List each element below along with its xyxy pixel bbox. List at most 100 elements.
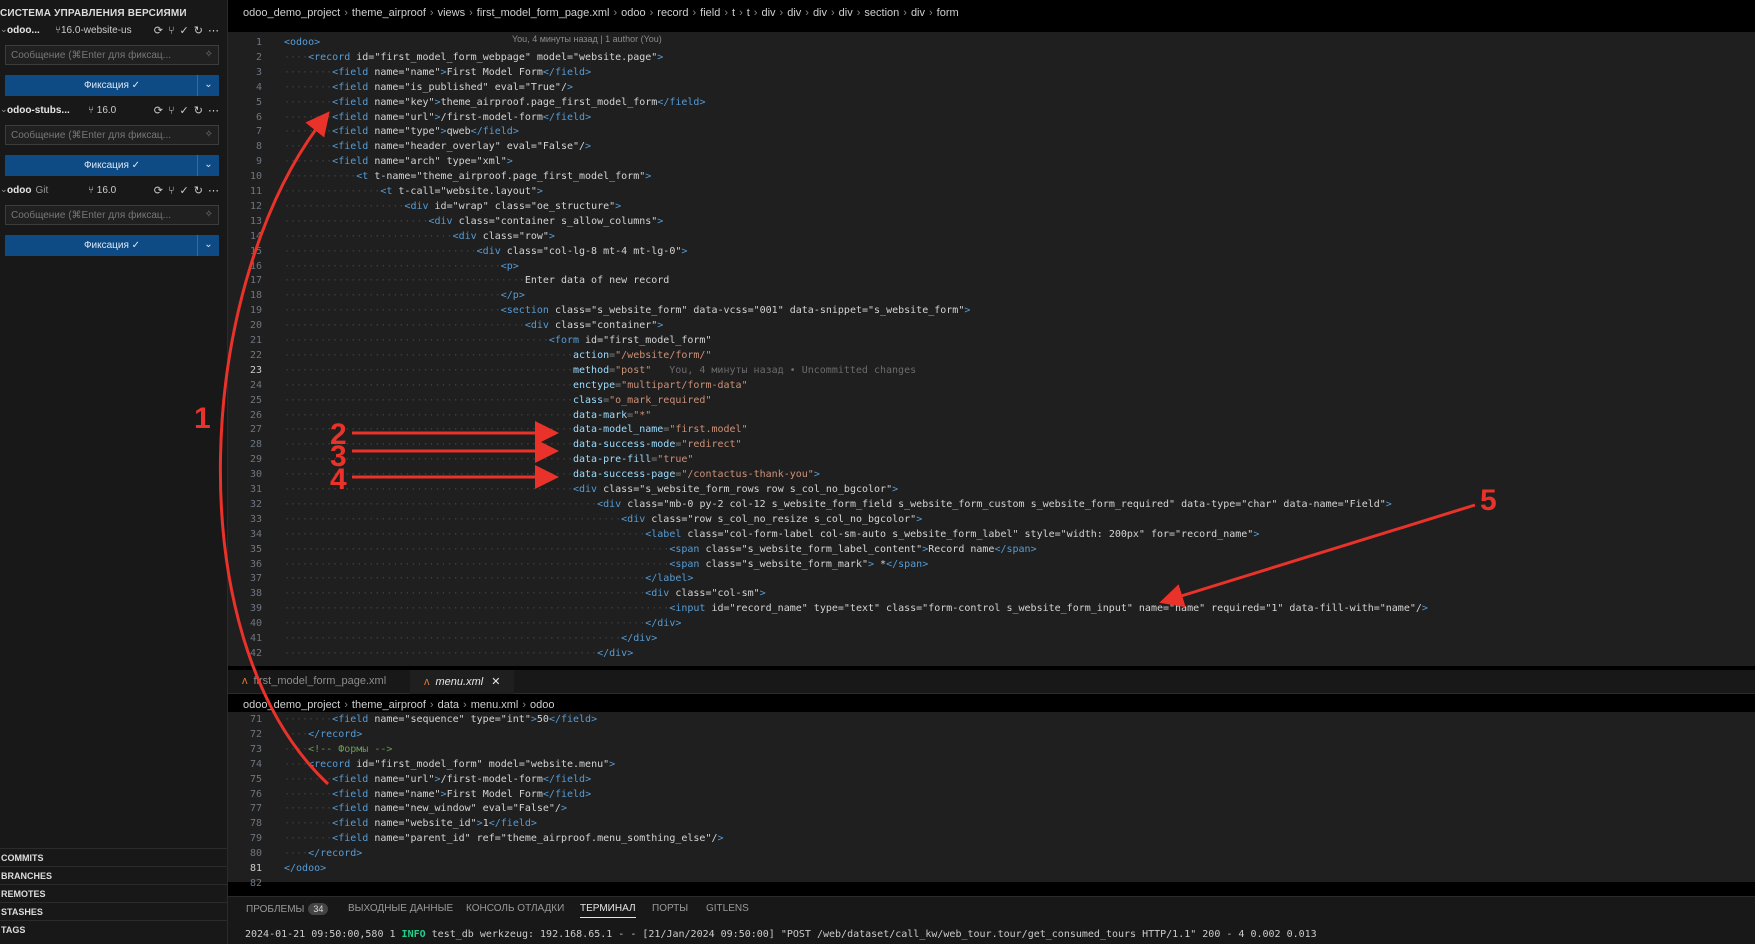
code-text[interactable]: ········································…	[284, 616, 681, 631]
code-text[interactable]: ········<field name="name">First Model F…	[284, 65, 591, 80]
terminal-output[interactable]: 2024-01-21 09:50:00,580 1 INFO test_db w…	[245, 929, 1317, 940]
code-text[interactable]: ····································</p>	[284, 288, 525, 303]
code-text[interactable]: ········································…	[284, 452, 693, 467]
code-text[interactable]: ································<div cla…	[284, 244, 687, 259]
code-text[interactable]: ········<field name="header_overlay" eva…	[284, 139, 591, 154]
code-text[interactable]: ····<record id="first_model_form_webpage…	[284, 50, 663, 65]
breadcrumb-item[interactable]: t	[747, 7, 750, 19]
repo-odoo-website[interactable]: ⌄ odoo... ⑂16.0-website-us ⟳⑂✓↻⋯	[0, 22, 228, 42]
code-text[interactable]: ········································…	[284, 318, 663, 333]
code-text[interactable]: ····<record id="first_model_form" model=…	[284, 757, 615, 772]
breadcrumb-item[interactable]: theme_airproof	[352, 7, 426, 19]
code-text[interactable]: ········<field name="url">/first-model-f…	[284, 110, 591, 125]
code-text[interactable]: ········································…	[284, 571, 693, 586]
code-text[interactable]: ········································…	[284, 542, 1037, 557]
section-tags[interactable]: TAGS	[0, 920, 228, 938]
code-text[interactable]: ········································…	[284, 497, 1392, 512]
sparkle-icon[interactable]: ✧	[205, 209, 213, 220]
code-text[interactable]: ····</record>	[284, 846, 362, 861]
code-line[interactable]: 24 ······································…	[228, 378, 1755, 393]
code-text[interactable]: ········································…	[284, 333, 711, 348]
code-text[interactable]: ········································…	[284, 363, 916, 378]
code-text[interactable]: ····························<div class="…	[284, 229, 555, 244]
breadcrumb-item[interactable]: t	[732, 7, 735, 19]
code-line[interactable]: 7 ········<field name="type">qweb</field>	[228, 124, 1755, 139]
code-text[interactable]: ········<field name="url">/first-model-f…	[284, 772, 591, 787]
sparkle-icon[interactable]: ✧	[205, 129, 213, 140]
code-line[interactable]: 42 ······································…	[228, 646, 1755, 661]
code-line[interactable]: 41 ······································…	[228, 631, 1755, 646]
code-text[interactable]: ····································<sec…	[284, 303, 970, 318]
code-line[interactable]: 16 ····································<p…	[228, 259, 1755, 274]
tab-output[interactable]: ВЫХОДНЫЕ ДАННЫЕ	[348, 903, 453, 914]
tab-first-model-form-page[interactable]: ʌ first_model_form_page.xml	[228, 670, 400, 694]
code-text[interactable]: ········································…	[284, 378, 748, 393]
repo-actions[interactable]: ⟳⑂✓↻⋯	[154, 24, 224, 37]
commit-message-input[interactable]: Сообщение (⌘Enter для фиксац... ✧	[5, 125, 219, 145]
tab-terminal[interactable]: ТЕРМИНАЛ	[580, 903, 636, 918]
code-line[interactable]: 11 ················<t t-call="website.lay…	[228, 184, 1755, 199]
code-line[interactable]: 18 ····································</…	[228, 288, 1755, 303]
breadcrumb[interactable]: odoo_demo_project › theme_airproof › views › f…	[228, 7, 959, 23]
close-icon[interactable]: ✕	[491, 676, 500, 688]
code-line[interactable]: 78 ········<field name="website_id">1</fi…	[228, 816, 1755, 831]
code-line[interactable]: 4 ········<field name="is_published" eval…	[228, 80, 1755, 95]
section-commits[interactable]: COMMITS	[0, 848, 228, 866]
code-text[interactable]: ········<field name="sequence" type="int…	[284, 712, 597, 727]
code-line[interactable]: 37 ······································…	[228, 571, 1755, 586]
code-line[interactable]: 76 ········<field name="name">First Model…	[228, 787, 1755, 802]
code-text[interactable]: ············<t t-name="theme_airproof.pa…	[284, 169, 651, 184]
code-text[interactable]: ····</record>	[284, 727, 362, 742]
code-text[interactable]: ········································…	[284, 467, 820, 482]
chevron-down-icon[interactable]: ⌄	[197, 155, 219, 176]
code-line[interactable]: 79 ········<field name="parent_id" ref="t…	[228, 831, 1755, 846]
code-line[interactable]: 12 ····················<div id="wrap" cla…	[228, 199, 1755, 214]
chevron-down-icon[interactable]: ⌄	[197, 235, 219, 256]
code-text[interactable]: ········································…	[284, 422, 748, 437]
code-line[interactable]: 15 ································<div c…	[228, 244, 1755, 259]
tab-gitlens[interactable]: GITLENS	[706, 903, 749, 914]
code-line[interactable]: 82	[228, 876, 1755, 891]
code-line[interactable]: 13 ························<div class="co…	[228, 214, 1755, 229]
repo-odoo[interactable]: ⌄ odoo Git ⑂ 16.0 ⟳⑂✓↻⋯	[0, 182, 228, 202]
breadcrumb-item[interactable]: div	[813, 7, 827, 19]
code-line[interactable]: 21 ······································…	[228, 333, 1755, 348]
code-line[interactable]: 22 ······································…	[228, 348, 1755, 363]
code-text[interactable]: ········································…	[284, 393, 711, 408]
breadcrumb-item[interactable]: theme_airproof	[352, 699, 426, 711]
code-line[interactable]: 14 ····························<div class…	[228, 229, 1755, 244]
code-line[interactable]: 73 ····<!-- Формы -->	[228, 742, 1755, 757]
breadcrumb-item[interactable]: div	[911, 7, 925, 19]
code-line[interactable]: 26 ······································…	[228, 408, 1755, 423]
code-line[interactable]: 2 ····<record id="first_model_form_webpag…	[228, 50, 1755, 65]
code-line[interactable]: 74 ····<record id="first_model_form" mode…	[228, 757, 1755, 772]
code-text[interactable]: ········<field name="website_id">1</fiel…	[284, 816, 537, 831]
code-line[interactable]: 1 <odoo>	[228, 35, 1755, 50]
breadcrumb-item[interactable]: odoo_demo_project	[243, 7, 340, 19]
code-text[interactable]: ········································…	[284, 512, 922, 527]
code-line[interactable]: 19 ····································<s…	[228, 303, 1755, 318]
code-text[interactable]: ········<field name="key">theme_airproof…	[284, 95, 706, 110]
code-text[interactable]: ········<field name="new_window" eval="F…	[284, 801, 567, 816]
code-text[interactable]: </odoo>	[284, 861, 326, 876]
commit-message-input[interactable]: Сообщение (⌘Enter для фиксац... ✧	[5, 205, 219, 225]
code-line[interactable]: 25 ······································…	[228, 393, 1755, 408]
code-line[interactable]: 33 ······································…	[228, 512, 1755, 527]
code-line[interactable]: 80 ····</record>	[228, 846, 1755, 861]
code-line[interactable]: 81 </odoo>	[228, 861, 1755, 876]
code-line[interactable]: 10 ············<t t-name="theme_airproof.…	[228, 169, 1755, 184]
code-text[interactable]: ········································…	[284, 482, 898, 497]
breadcrumb-item[interactable]: field	[700, 7, 720, 19]
code-line[interactable]: 32 ······································…	[228, 497, 1755, 512]
code-text[interactable]: ········································…	[284, 586, 766, 601]
code-line[interactable]: 71 ········<field name="sequence" type="i…	[228, 712, 1755, 727]
breadcrumb-item[interactable]: menu.xml	[471, 699, 519, 711]
commit-button[interactable]: Фиксация ✓ ⌄	[5, 235, 219, 256]
code-text[interactable]: ········································…	[284, 348, 711, 363]
breadcrumb-item[interactable]: odoo_demo_project	[243, 699, 340, 711]
breadcrumb-item[interactable]: odoo	[621, 7, 645, 19]
breadcrumb-item[interactable]: first_model_form_page.xml	[477, 7, 610, 19]
commit-button[interactable]: Фиксация ✓ ⌄	[5, 75, 219, 96]
code-text[interactable]: ········································…	[284, 557, 928, 572]
section-branches[interactable]: BRANCHES	[0, 866, 228, 884]
